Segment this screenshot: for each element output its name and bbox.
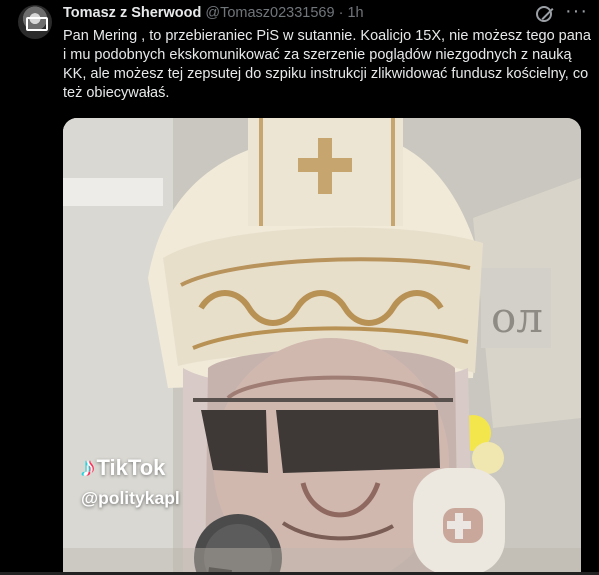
avatar-image bbox=[26, 17, 48, 31]
tweet-article[interactable]: Tomasz z Sherwood @Tomasz02331569 · 1h ·… bbox=[0, 0, 599, 575]
tiktok-icon: ♪ bbox=[81, 452, 95, 482]
tiktok-brand: TikTok bbox=[96, 454, 166, 480]
timestamp[interactable]: 1h bbox=[347, 5, 363, 21]
tweet-video[interactable]: ол ♪ TikTok @politykapl bbox=[63, 118, 581, 575]
tiktok-username: @politykapl bbox=[81, 488, 180, 508]
svg-text:ол: ол bbox=[491, 293, 543, 342]
author-handle[interactable]: @Tomasz02331569 bbox=[205, 5, 334, 21]
more-icon[interactable]: ··· bbox=[565, 0, 588, 23]
tweet-text: Pan Mering , to przebieraniec PiS w suta… bbox=[63, 28, 591, 101]
avatar[interactable] bbox=[18, 5, 52, 39]
author-name[interactable]: Tomasz z Sherwood bbox=[63, 5, 201, 21]
separator-dot: · bbox=[338, 5, 344, 21]
tiktok-watermark: ♪ TikTok bbox=[81, 452, 165, 483]
tweet-header: Tomasz z Sherwood @Tomasz02331569 · 1h bbox=[63, 4, 364, 22]
grok-icon[interactable] bbox=[536, 6, 552, 22]
